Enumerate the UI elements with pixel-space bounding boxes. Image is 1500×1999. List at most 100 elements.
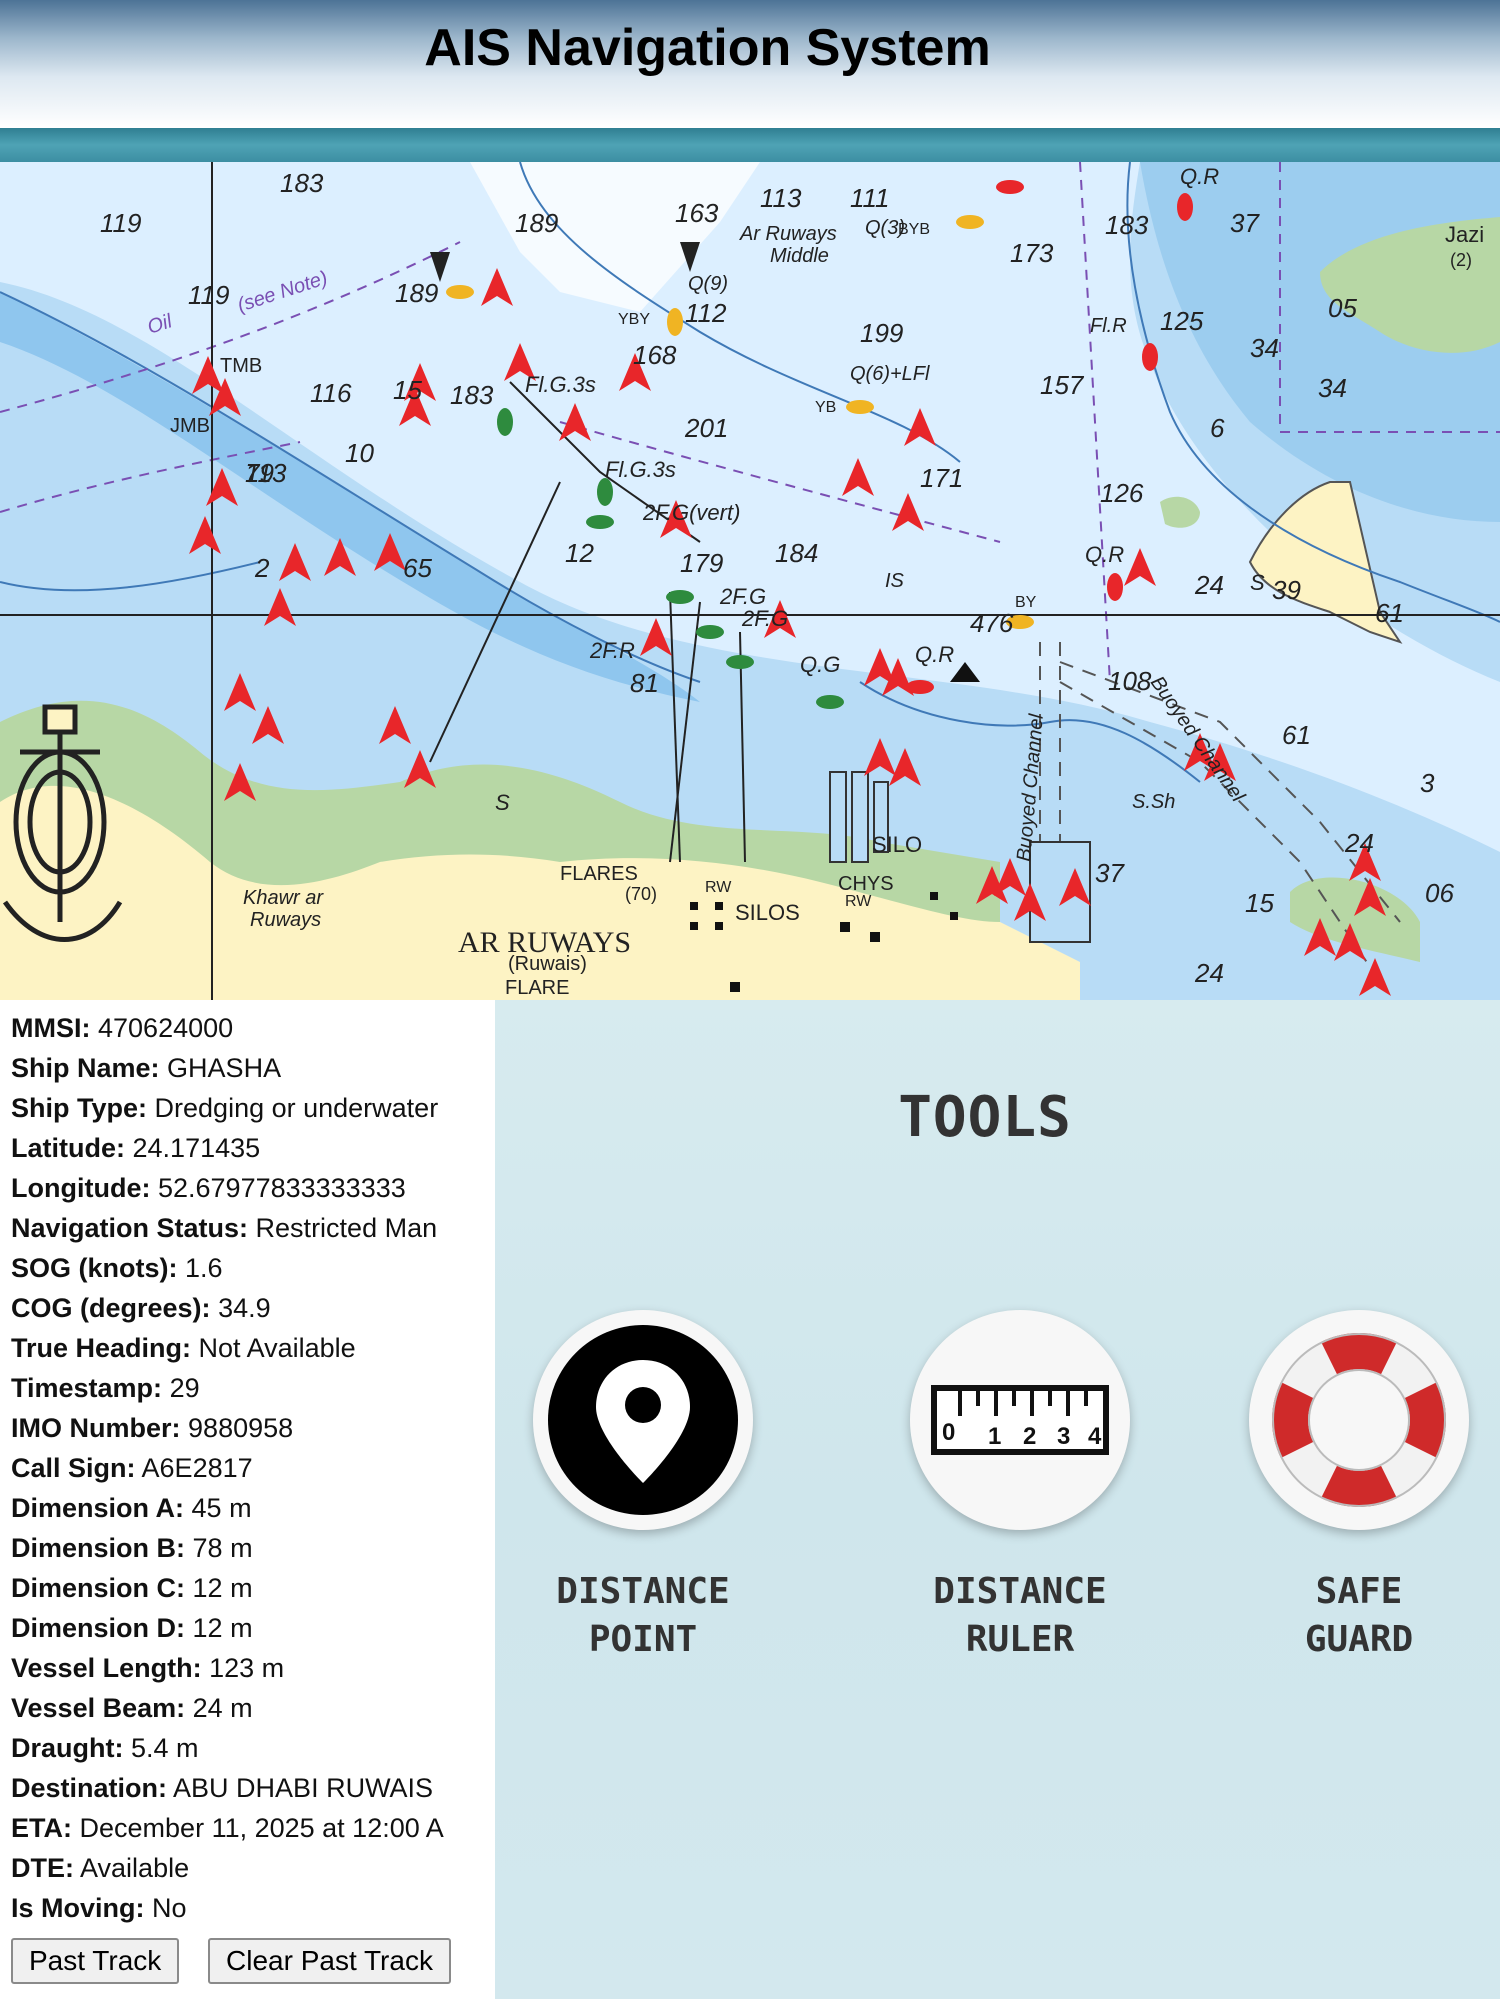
- chart-label: FLARE: [505, 977, 569, 999]
- vessel-info-label: Dimension A:: [11, 1493, 185, 1523]
- ruler-digit: 3: [1057, 1423, 1070, 1450]
- clear-past-track-button[interactable]: Clear Past Track: [208, 1938, 451, 1984]
- nautical-chart-map[interactable]: AR RUWAYS (Ruwais) FLARE FLARES (70) SIL…: [0, 162, 1500, 1000]
- safe-guard-label: SAFE GUARD: [1304, 1571, 1414, 1660]
- vessel-info-row: Draught: 5.4 m: [11, 1730, 199, 1766]
- depth-sounding: 79: [245, 458, 274, 488]
- app-header: AIS Navigation System: [0, 0, 1500, 128]
- depth-sounding: 119: [188, 280, 229, 310]
- vessel-info-row: DTE: Available: [11, 1850, 189, 1886]
- depth-sounding: 05: [1328, 293, 1357, 323]
- depth-sounding: 189: [395, 278, 438, 308]
- chart-label: SILO: [872, 832, 922, 857]
- lifebuoy-icon: [1272, 1333, 1446, 1507]
- depth-sounding: 183: [450, 380, 494, 410]
- vessel-info-row: Ship Type: Dredging or underwater: [11, 1090, 438, 1126]
- vessel-info-row: True Heading: Not Available: [11, 1330, 356, 1366]
- safe-guard-button[interactable]: [1249, 1310, 1469, 1530]
- vessel-info-row: SOG (knots): 1.6: [11, 1250, 223, 1286]
- vessel-info-row: Dimension C: 12 m: [11, 1570, 253, 1606]
- vessel-info-label: Longitude:: [11, 1173, 151, 1203]
- vessel-info-value: ABU DHABI RUWAIS: [173, 1773, 434, 1803]
- vessel-info-label: Navigation Status:: [11, 1213, 249, 1243]
- vessel-info-value: 12 m: [192, 1613, 253, 1643]
- vessel-info-row: Ship Name: GHASHA: [11, 1050, 281, 1086]
- depth-sounding: 111: [850, 183, 890, 213]
- distance-point-tool[interactable]: DISTANCE POINT: [495, 1310, 793, 1664]
- vessel-info-row: ETA: December 11, 2025 at 12:00 A: [11, 1810, 444, 1846]
- ruler-icon: 0 1 2 3 4: [931, 1385, 1109, 1455]
- depth-sounding: 06: [1425, 878, 1454, 908]
- chart-label: S.Sh: [1132, 791, 1175, 813]
- chart-label: CHYS: [838, 873, 894, 895]
- depth-sounding: 15: [1245, 888, 1274, 918]
- vessel-info-row: IMO Number: 9880958: [11, 1410, 293, 1446]
- past-track-button[interactable]: Past Track: [11, 1938, 180, 1984]
- depth-sounding: 37: [1230, 208, 1260, 238]
- tools-title: TOOLS: [898, 1085, 1072, 1150]
- depth-sounding: 6: [1210, 413, 1225, 443]
- depth-sounding: 173: [1010, 238, 1054, 268]
- vessel-info-row: MMSI: 470624000: [11, 1010, 233, 1046]
- distance-point-label: DISTANCE POINT: [556, 1571, 730, 1660]
- vessel-info-value: 78 m: [192, 1533, 253, 1563]
- distance-ruler-button[interactable]: 0 1 2 3 4: [910, 1310, 1130, 1530]
- depth-sounding: 113: [760, 183, 802, 213]
- vessel-info-value: 52.67977833333333: [157, 1173, 406, 1203]
- vessel-info-row: Vessel Length: 123 m: [11, 1650, 284, 1686]
- depth-sounding: 112: [685, 298, 727, 328]
- depth-sounding: 108: [1108, 666, 1152, 696]
- vessel-info-label: COG (degrees):: [11, 1293, 211, 1323]
- chart-label: JMB: [170, 415, 210, 437]
- distance-ruler-label: DISTANCE RULER: [933, 1571, 1107, 1660]
- chart-label: BYB: [898, 221, 930, 238]
- depth-sounding: 24: [1194, 958, 1224, 988]
- chart-label: Jazi: [1445, 222, 1484, 247]
- distance-ruler-tool[interactable]: 0 1 2 3 4 DISTANCE RULER: [870, 1310, 1170, 1664]
- vessel-info-label: Ship Type:: [11, 1093, 148, 1123]
- vessel-info-value: 470624000: [98, 1013, 234, 1043]
- vessel-info-value: 5.4 m: [131, 1733, 199, 1763]
- vessel-info-value: No: [152, 1893, 187, 1923]
- vessel-info-value: 123 m: [209, 1653, 285, 1683]
- chart-label: IS: [885, 570, 905, 592]
- vessel-info-label: Destination:: [11, 1773, 168, 1803]
- chart-label: (70): [625, 884, 657, 904]
- vessel-info-label: DTE:: [11, 1853, 74, 1883]
- depth-sounding: 24: [1344, 828, 1374, 858]
- vessel-info-label: ETA:: [11, 1813, 72, 1843]
- depth-sounding: 10: [345, 438, 374, 468]
- depth-sounding: 81: [630, 668, 659, 698]
- vessel-info-label: Vessel Length:: [11, 1653, 202, 1683]
- depth-sounding: 184: [775, 538, 818, 568]
- depth-sounding: 183: [280, 168, 324, 198]
- depth-sounding: 119: [100, 208, 141, 238]
- chart-label: Q.R: [1085, 542, 1124, 567]
- chart-label: 2F.G(vert): [642, 500, 740, 525]
- map-pin-icon: [548, 1325, 738, 1515]
- vessel-info-value: 12 m: [192, 1573, 253, 1603]
- chart-label: Ruways: [250, 909, 321, 931]
- vessel-info-value: Available: [80, 1853, 190, 1883]
- app-title: AIS Navigation System: [424, 19, 991, 77]
- chart-label: (2): [1450, 250, 1472, 270]
- vessel-info-value: Dredging or underwater: [154, 1093, 439, 1123]
- vessel-info-label: Ship Name:: [11, 1053, 160, 1083]
- vessel-info-label: Dimension B:: [11, 1533, 186, 1563]
- chart-label: Q.R: [915, 642, 954, 667]
- chart-label: Q(9): [688, 273, 728, 295]
- depth-sounding: 61: [1282, 720, 1311, 750]
- chart-label: S: [495, 790, 510, 815]
- chart-label: (Ruwais): [508, 953, 587, 975]
- depth-sounding: 65: [403, 553, 432, 583]
- safe-guard-tool[interactable]: SAFE GUARD: [1209, 1310, 1500, 1664]
- chart-label: BY: [1015, 594, 1037, 611]
- vessel-info-row: Longitude: 52.67977833333333: [11, 1170, 406, 1206]
- depth-sounding: 24: [1194, 570, 1224, 600]
- distance-point-button[interactable]: [533, 1310, 753, 1530]
- chart-label: TMB: [220, 355, 262, 377]
- header-divider: [0, 128, 1500, 162]
- depth-sounding: 157: [1040, 370, 1085, 400]
- chart-label: YB: [815, 399, 836, 416]
- depth-sounding: 15: [393, 375, 422, 405]
